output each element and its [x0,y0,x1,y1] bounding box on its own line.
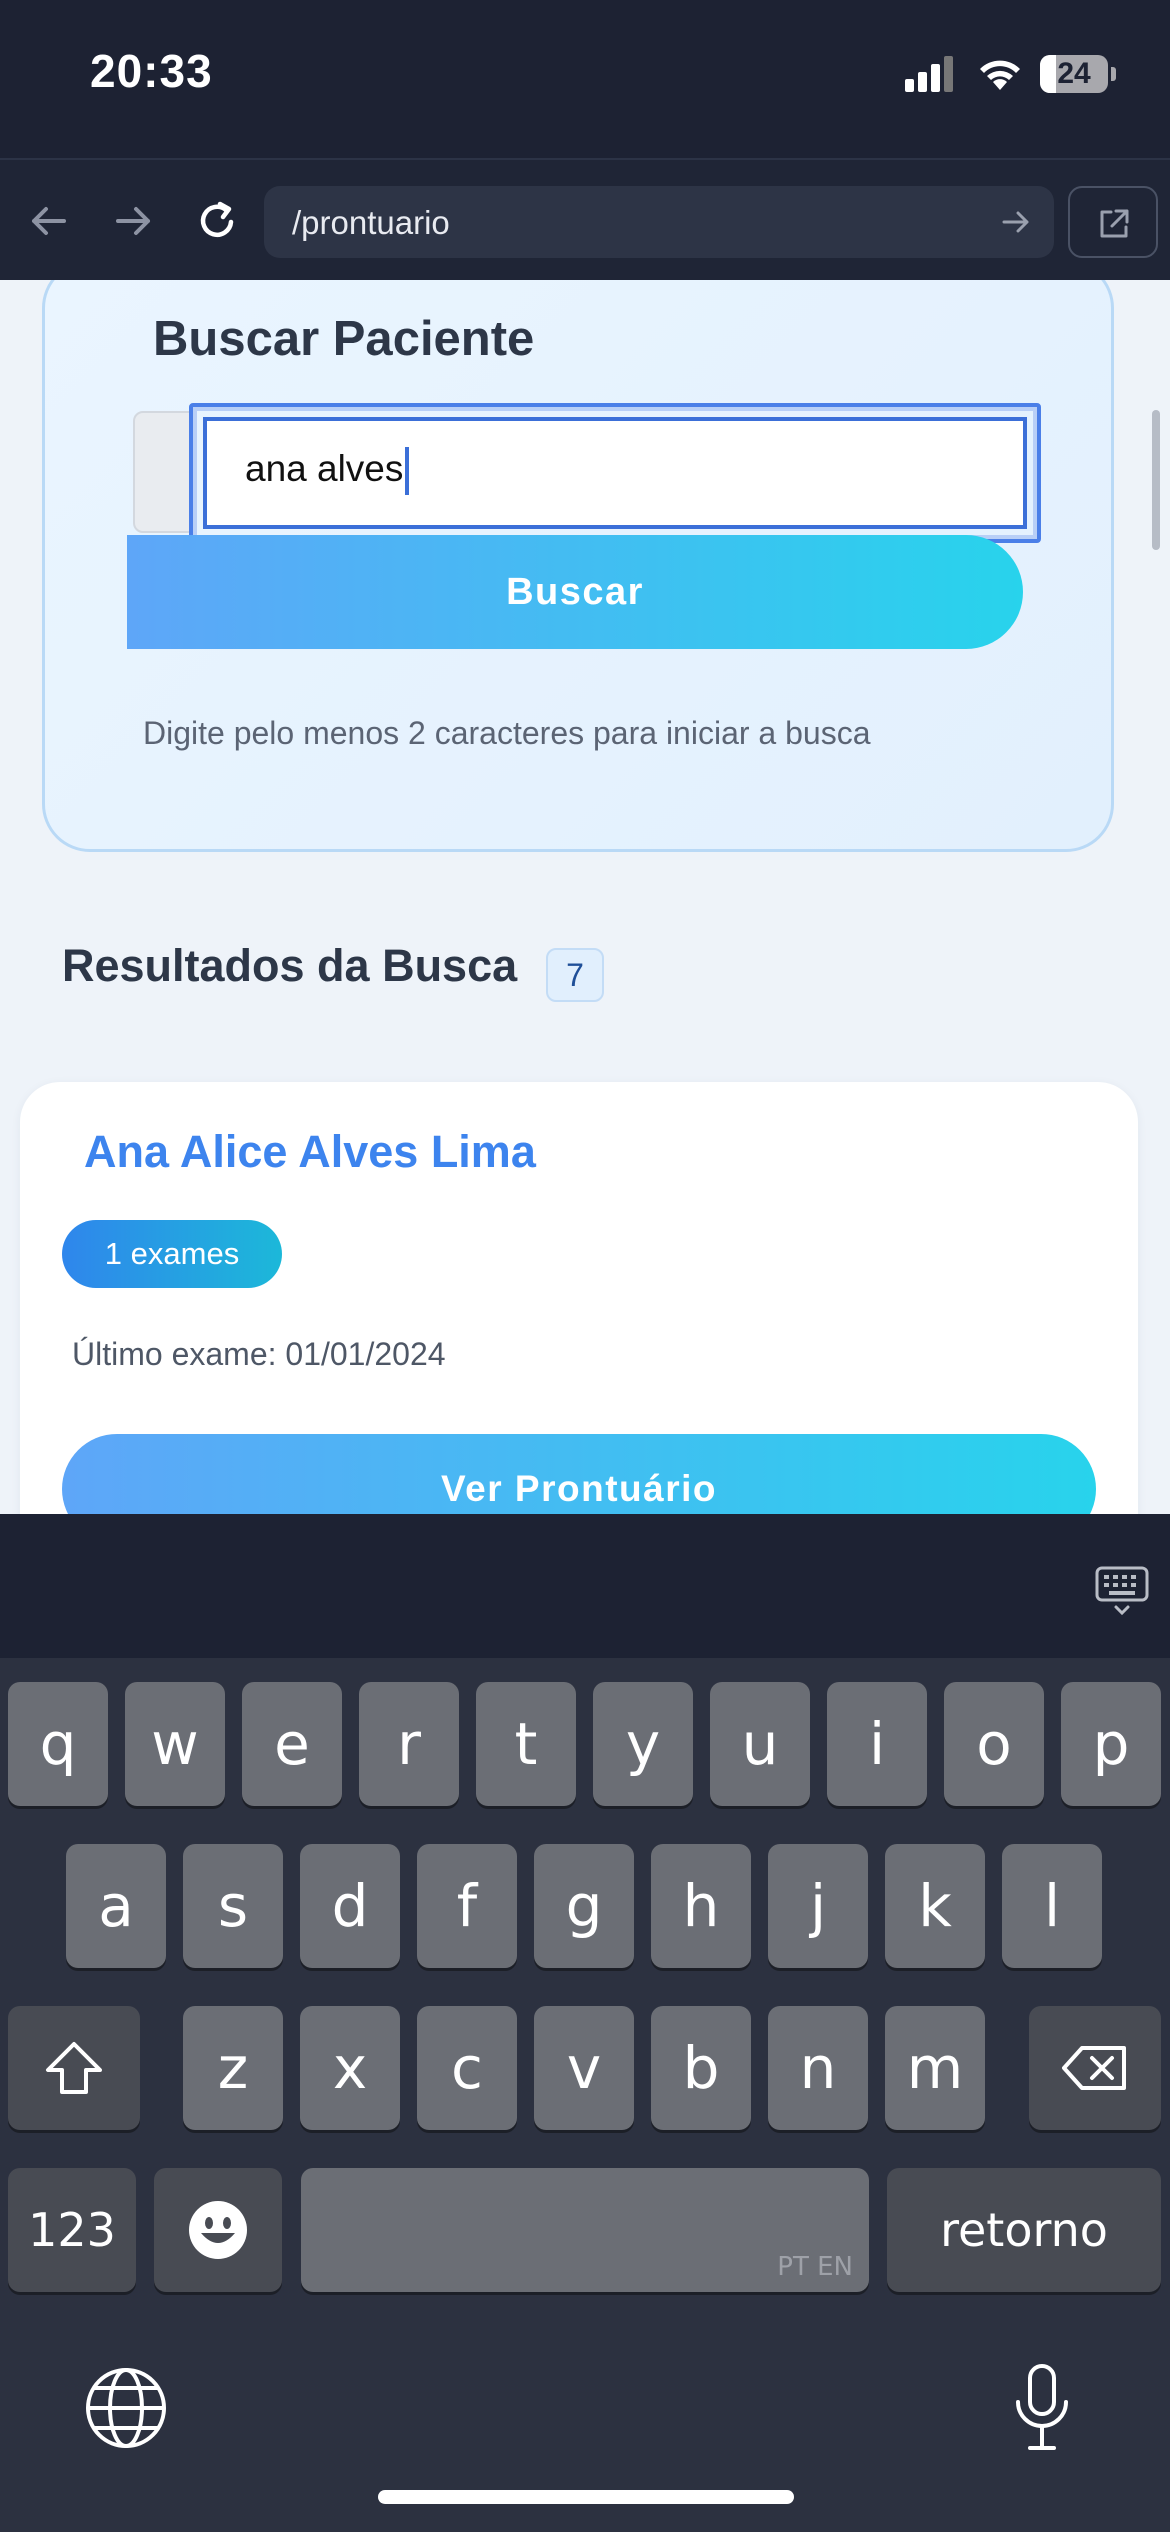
home-indicator[interactable] [378,2490,794,2504]
url-bar[interactable]: /prontuario [264,186,1054,258]
patient-card: Ana Alice Alves Lima 1 exames Último exa… [20,1082,1138,1514]
shift-icon [46,2042,102,2094]
emoji-icon [189,2201,247,2259]
key-g[interactable]: g [534,1844,634,1968]
search-card: Buscar Paciente ana alves Buscar Digite … [42,280,1114,852]
key-l[interactable]: l [1002,1844,1102,1968]
key-w[interactable]: w [125,1682,225,1806]
key-k[interactable]: k [885,1844,985,1968]
back-arrow-icon[interactable] [26,198,72,244]
backspace-icon [1062,2046,1126,2090]
key-u[interactable]: u [710,1682,810,1806]
key-n[interactable]: n [768,2006,868,2130]
text-caret [405,447,410,495]
key-x[interactable]: x [300,2006,400,2130]
cellular-signal-icon [905,56,953,92]
space-language-label: PT EN [777,2252,853,2282]
view-record-button[interactable]: Ver Prontuário [62,1434,1096,1514]
search-title: Buscar Paciente [153,312,535,366]
clock: 20:33 [90,45,213,97]
keyboard-dismiss-icon[interactable] [1094,1562,1150,1618]
reload-icon[interactable] [194,198,240,244]
go-arrow-icon[interactable] [1000,206,1032,238]
key-a[interactable]: a [66,1844,166,1968]
key-q[interactable]: q [8,1682,108,1806]
key-b[interactable]: b [651,2006,751,2130]
return-key[interactable]: retorno [887,2168,1161,2292]
key-f[interactable]: f [417,1844,517,1968]
shift-key[interactable] [8,2006,140,2130]
emoji-key[interactable] [154,2168,282,2292]
key-s[interactable]: s [183,1844,283,1968]
status-bar: 20:33 24 [0,0,1170,158]
exams-count-badge: 1 exames [62,1220,282,1288]
patient-name[interactable]: Ana Alice Alves Lima [84,1126,536,1178]
key-c[interactable]: c [417,2006,517,2130]
space-key[interactable]: PT EN [301,2168,869,2292]
software-keyboard: q w e r t y u i o p a s d f g h j k l z … [0,1658,1170,2532]
input-prefix [133,411,193,533]
search-input[interactable]: ana alves [189,403,1041,543]
results-title: Resultados da Busca [62,940,518,991]
key-j[interactable]: j [768,1844,868,1968]
key-v[interactable]: v [534,2006,634,2130]
key-y[interactable]: y [593,1682,693,1806]
last-exam-date: Último exame: 01/01/2024 [72,1336,446,1372]
open-external-button[interactable] [1068,186,1158,258]
browser-toolbar: /prontuario [0,158,1170,280]
numbers-key[interactable]: 123 [8,2168,136,2292]
battery-icon: 24 [1040,55,1108,93]
key-d[interactable]: d [300,1844,400,1968]
key-r[interactable]: r [359,1682,459,1806]
key-i[interactable]: i [827,1682,927,1806]
page-content: Buscar Paciente ana alves Buscar Digite … [0,280,1170,1514]
globe-icon[interactable] [84,2366,168,2450]
keyboard-accessory-bar [0,1514,1170,1658]
search-button[interactable]: Buscar [127,535,1023,649]
backspace-key[interactable] [1029,2006,1161,2130]
key-m[interactable]: m [885,2006,985,2130]
battery-tip [1111,67,1116,81]
key-z[interactable]: z [183,2006,283,2130]
open-external-icon [1100,209,1129,238]
results-count-badge: 7 [546,948,604,1002]
battery-level: 24 [1057,57,1091,90]
search-hint: Digite pelo menos 2 caracteres para inic… [143,715,871,751]
scrollbar[interactable] [1152,410,1160,550]
forward-arrow-icon[interactable] [110,198,156,244]
key-e[interactable]: e [242,1682,342,1806]
search-input-field[interactable]: ana alves [203,417,1027,529]
key-p[interactable]: p [1061,1682,1161,1806]
key-t[interactable]: t [476,1682,576,1806]
key-o[interactable]: o [944,1682,1044,1806]
wifi-icon [980,60,1020,90]
microphone-icon[interactable] [1010,2362,1074,2454]
key-h[interactable]: h [651,1844,751,1968]
url-text: /prontuario [292,204,450,241]
search-input-value: ana alves [245,447,404,489]
